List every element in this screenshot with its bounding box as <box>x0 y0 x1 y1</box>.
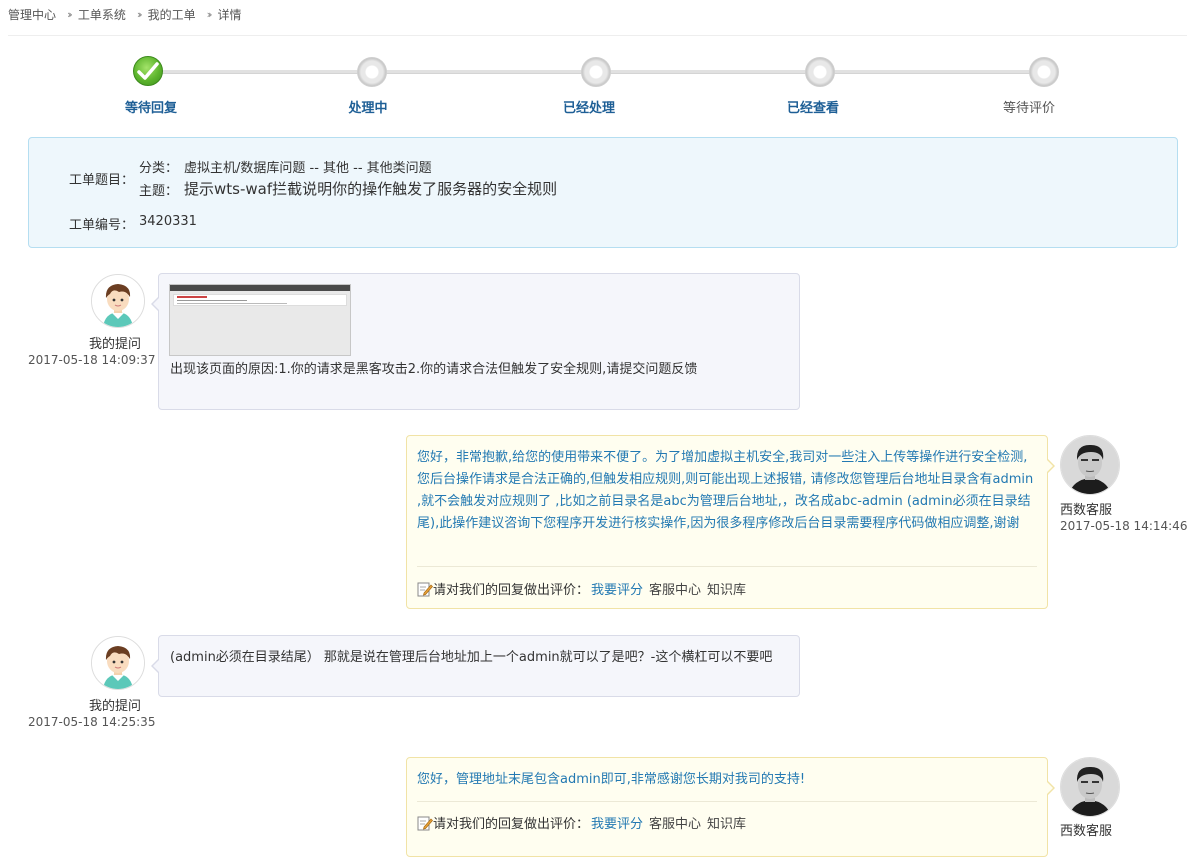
step-label-waiting-rating: 等待评价 <box>1002 101 1055 116</box>
service-center-link[interactable]: 客服中心 <box>649 813 701 832</box>
rating-divider <box>417 801 1037 802</box>
user-avatar <box>91 636 145 690</box>
question-text: 出现该页面的原因:1.你的请求是黑客攻击2.你的请求合法但触发了安全规则,请提交… <box>170 362 698 377</box>
support-avatar <box>1060 435 1120 495</box>
message-author: 西数客服 <box>1060 824 1113 839</box>
step-label-processing: 处理中 <box>348 101 388 116</box>
ticket-number-label: 工单编号： <box>69 218 135 233</box>
rating-row: 请对我们的回复做出评价： 我要评分 客服中心 知识库 <box>417 579 746 598</box>
category-value: 虚拟主机/数据库问题 -- 其他 -- 其他类问题 <box>184 161 432 176</box>
rating-prompt: 请对我们的回复做出评价： <box>433 583 590 598</box>
step-label-processed: 已经处理 <box>562 101 615 116</box>
knowledge-base-link[interactable]: 知识库 <box>707 813 746 832</box>
user-avatar-icon <box>92 275 144 327</box>
step-label-waiting-reply: 等待回复 <box>124 101 177 116</box>
category-label: 分类： <box>139 161 179 176</box>
user-avatar-icon <box>92 637 144 689</box>
message-time: 2017-05-18 14:25:35 <box>28 715 156 729</box>
step-dot-icon <box>1029 57 1059 87</box>
breadcrumb-separator-icon: ›› <box>136 7 143 21</box>
breadcrumb-separator-icon: ›› <box>206 7 213 21</box>
question-text: (admin必须在目录结尾） 那就是说在管理后台地址加上一个admin就可以了是… <box>170 650 773 665</box>
support-avatar-icon <box>1061 436 1119 494</box>
breadcrumb: 管理中心 ›› 工单系统 ›› 我的工单 ›› 详情 <box>8 0 242 28</box>
subject-label: 主题： <box>139 184 179 199</box>
breadcrumb-my-tickets[interactable]: 我的工单 <box>148 6 196 23</box>
breadcrumb-divider <box>8 35 1187 36</box>
attached-screenshot-thumbnail[interactable] <box>169 284 351 356</box>
breadcrumb-ticket-system[interactable]: 工单系统 <box>78 6 126 23</box>
step-dot-icon <box>357 57 387 87</box>
ticket-number-value: 3420331 <box>139 214 197 229</box>
step-dot-icon <box>805 57 835 87</box>
message-time: 2017-05-18 14:14:46 <box>1060 519 1187 533</box>
message-author: 我的提问 <box>89 699 142 714</box>
subject-value: 提示wts-waf拦截说明你的操作触发了服务器的安全规则 <box>184 180 558 198</box>
answer-text: 您好，非常抱歉,给您的使用带来不便了。为了增加虚拟主机安全,我司对一些注入上传等… <box>417 450 1034 531</box>
ticket-title-label: 工单题目： <box>69 173 135 188</box>
rating-prompt: 请对我们的回复做出评价： <box>433 817 590 832</box>
checkmark-icon <box>137 62 159 80</box>
breadcrumb-admin-center[interactable]: 管理中心 <box>8 6 56 23</box>
message-author: 西数客服 <box>1060 503 1113 518</box>
edit-note-icon <box>417 816 433 830</box>
rate-link[interactable]: 我要评分 <box>591 579 643 598</box>
rate-link[interactable]: 我要评分 <box>591 813 643 832</box>
breadcrumb-separator-icon: ›› <box>67 7 73 21</box>
support-avatar-icon <box>1061 758 1119 816</box>
step-done-check-icon <box>133 56 163 86</box>
step-dot-icon <box>581 57 611 87</box>
rating-row: 请对我们的回复做出评价： 我要评分 客服中心 知识库 <box>417 813 746 832</box>
knowledge-base-link[interactable]: 知识库 <box>707 579 746 598</box>
rating-divider <box>417 566 1037 567</box>
answer-text: 您好，管理地址末尾包含admin即可,非常感谢您长期对我司的支持! <box>417 772 806 787</box>
message-time: 2017-05-18 14:09:37 <box>28 353 156 367</box>
message-author: 我的提问 <box>89 337 142 352</box>
step-label-viewed: 已经查看 <box>786 101 839 116</box>
service-center-link[interactable]: 客服中心 <box>649 579 701 598</box>
support-avatar <box>1060 757 1120 817</box>
breadcrumb-current: 详情 <box>217 7 242 22</box>
edit-note-icon <box>417 582 433 596</box>
user-avatar <box>91 274 145 328</box>
